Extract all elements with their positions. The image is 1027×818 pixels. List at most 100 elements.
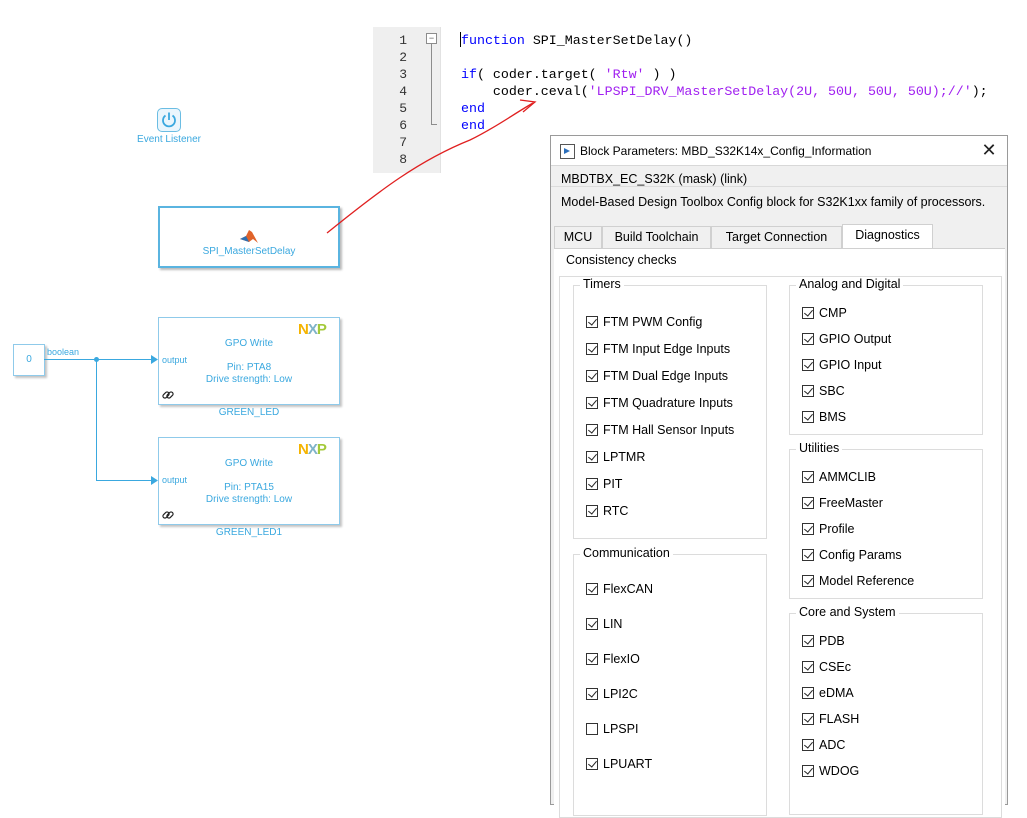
pdb-checkbox[interactable]: [802, 635, 814, 647]
config-params-checkbox[interactable]: [802, 549, 814, 561]
utilities-group: Utilities AMMCLIB FreeMaster Profile Con…: [789, 441, 983, 599]
csec-checkbox[interactable]: [802, 661, 814, 673]
gpo-write-block[interactable]: NXP output GPO Write Pin: PTA15 Drive st…: [158, 437, 340, 525]
nxp-logo: NXP: [298, 441, 327, 458]
checkbox-label: LPUART: [603, 757, 653, 771]
flash-checkbox[interactable]: [802, 713, 814, 725]
group-label: Analog and Digital: [796, 277, 904, 291]
group-label: Communication: [580, 546, 673, 560]
checkbox-label: GPIO Output: [819, 332, 892, 346]
checkbox-label: FTM Hall Sensor Inputs: [603, 423, 735, 437]
rtc-checkbox[interactable]: [586, 505, 598, 517]
lpi2c-checkbox[interactable]: [586, 688, 598, 700]
diagnostics-panel: Consistency checks Timers FTM PWM Config…: [554, 248, 1005, 818]
lin-checkbox[interactable]: [586, 618, 598, 630]
signal-line: [96, 480, 156, 481]
checkbox-label: FTM Input Edge Inputs: [603, 342, 731, 356]
freemaster-checkbox[interactable]: [802, 497, 814, 509]
model-reference-checkbox[interactable]: [802, 575, 814, 587]
ftm-pwm-config-checkbox[interactable]: [586, 316, 598, 328]
gpio-input-checkbox[interactable]: [802, 359, 814, 371]
gpo-pin: Pin: PTA8: [226, 362, 272, 373]
checkbox-label: LIN: [603, 617, 623, 631]
checkbox-label: Model Reference: [819, 574, 915, 588]
checkbox-label: RTC: [603, 504, 629, 518]
timers-group: Timers FTM PWM Config FTM Input Edge Inp…: [573, 277, 767, 539]
library-link-icon: [162, 511, 174, 519]
simulink-app-icon: [560, 144, 575, 159]
checkbox-label: Profile: [819, 522, 855, 536]
signal-label: boolean: [47, 347, 80, 357]
checkbox-label: CMP: [819, 306, 847, 320]
checkbox-label: GPIO Input: [819, 358, 882, 372]
checkbox-label: FlexCAN: [603, 582, 654, 596]
gpo-block-name: GREEN_LED: [218, 407, 280, 418]
group-label: Utilities: [796, 441, 843, 455]
checkbox-label: AMMCLIB: [819, 470, 876, 484]
flexio-checkbox[interactable]: [586, 653, 598, 665]
lptmr-checkbox[interactable]: [586, 451, 598, 463]
checkbox-label: WDOG: [819, 764, 860, 778]
gpio-output-checkbox[interactable]: [802, 333, 814, 345]
ftm-dual-edge-checkbox[interactable]: [586, 370, 598, 382]
sbc-checkbox[interactable]: [802, 385, 814, 397]
gpo-write-block[interactable]: NXP output GPO Write Pin: PTA8 Drive str…: [158, 317, 340, 405]
divider: [551, 186, 1007, 187]
gpo-drive-strength: Drive strength: Low: [205, 494, 293, 505]
checkbox-label: FreeMaster: [819, 496, 883, 510]
checkbox-label: FTM PWM Config: [603, 315, 703, 329]
gpo-pin: Pin: PTA15: [224, 482, 274, 493]
close-icon[interactable]: ✕: [978, 139, 1000, 161]
gpo-drive-strength: Drive strength: Low: [205, 374, 293, 385]
ftm-input-edge-checkbox[interactable]: [586, 343, 598, 355]
ftm-quadrature-checkbox[interactable]: [586, 397, 598, 409]
dialog-titlebar[interactable]: Block Parameters: MBD_S32K14x_Config_Inf…: [551, 136, 1007, 166]
checkbox-label: PIT: [603, 477, 623, 491]
checkbox-label: LPTMR: [603, 450, 646, 464]
tab-diagnostics[interactable]: Diagnostics: [842, 224, 933, 249]
flexcan-checkbox[interactable]: [586, 583, 598, 595]
lpuart-checkbox[interactable]: [586, 758, 598, 770]
checkbox-label: ADC: [819, 738, 846, 752]
checkbox-label: FlexIO: [603, 652, 640, 666]
tab-bar: MCU Build Toolchain Target Connection Di…: [554, 224, 1007, 249]
checkbox-label: FTM Quadrature Inputs: [603, 396, 733, 410]
dialog-title: Block Parameters: MBD_S32K14x_Config_Inf…: [580, 144, 872, 158]
group-label: Core and System: [796, 605, 899, 619]
edma-checkbox[interactable]: [802, 687, 814, 699]
checkbox-label: BMS: [819, 410, 847, 424]
constant-block[interactable]: 0: [13, 344, 45, 376]
lpspi-checkbox[interactable]: [586, 723, 598, 735]
checkbox-label: eDMA: [819, 686, 854, 700]
tab-mcu[interactable]: MCU: [554, 226, 602, 248]
bms-checkbox[interactable]: [802, 411, 814, 423]
mask-name: MBDTBX_EC_S32K (mask) (link): [561, 172, 748, 186]
consistency-checks-label: Consistency checks: [566, 253, 677, 267]
tab-target-connection[interactable]: Target Connection: [711, 226, 842, 248]
checkbox-label: FLASH: [819, 712, 860, 726]
wdog-checkbox[interactable]: [802, 765, 814, 777]
gpo-block-name: GREEN_LED1: [215, 527, 283, 538]
cmp-checkbox[interactable]: [802, 307, 814, 319]
mask-description: Model-Based Design Toolbox Config block …: [561, 195, 986, 209]
checkbox-label: CSEc: [819, 660, 851, 674]
signal-line: [44, 359, 156, 360]
pit-checkbox[interactable]: [586, 478, 598, 490]
ammclib-checkbox[interactable]: [802, 471, 814, 483]
analog-digital-group: Analog and Digital CMP GPIO Output GPIO …: [789, 277, 983, 435]
gpo-title: GPO Write: [224, 338, 274, 349]
checkbox-label: SBC: [819, 384, 845, 398]
nxp-logo: NXP: [298, 321, 327, 338]
branch-point: [94, 357, 99, 362]
checkbox-label: LPI2C: [603, 687, 638, 701]
tab-build-toolchain[interactable]: Build Toolchain: [602, 226, 711, 248]
group-label: Timers: [580, 277, 624, 291]
profile-checkbox[interactable]: [802, 523, 814, 535]
core-system-group: Core and System PDB CSEc eDMA FLASH ADC …: [789, 605, 983, 815]
adc-checkbox[interactable]: [802, 739, 814, 751]
checkbox-label: PDB: [819, 634, 845, 648]
signal-branch: [96, 359, 97, 480]
checkbox-label: LPSPI: [603, 722, 639, 736]
library-link-icon: [162, 391, 174, 399]
ftm-hall-sensor-checkbox[interactable]: [586, 424, 598, 436]
